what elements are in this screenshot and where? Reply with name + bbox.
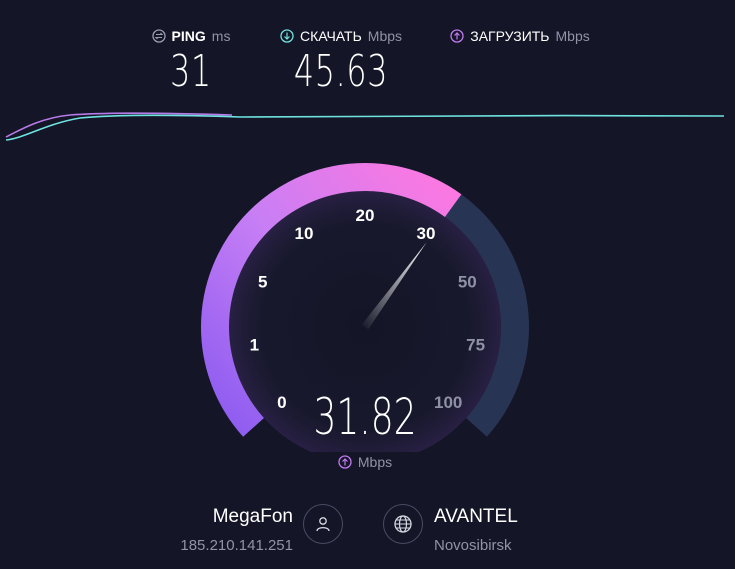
- upload-stat: ЗАГРУЗИТЬ Mbps: [445, 28, 595, 50]
- gauge-tick-label: 1: [250, 336, 259, 355]
- isp-info: MegaFon 185.210.141.251: [180, 506, 293, 554]
- gauge-tick-label: 10: [295, 224, 314, 243]
- download-stat: СКАЧАТЬ Mbps 45.63: [275, 28, 407, 94]
- upload-arrow-icon: [450, 29, 464, 43]
- globe-icon: [394, 515, 412, 533]
- download-arrow-icon: [280, 29, 294, 43]
- isp-name: MegaFon: [212, 506, 293, 527]
- download-label: СКАЧАТЬ: [299, 28, 362, 44]
- gauge-unit-label: Mbps: [357, 454, 393, 470]
- speed-graph: [5, 112, 725, 141]
- upload-arrow-icon: [338, 455, 352, 469]
- ping-value: 31: [170, 46, 212, 97]
- gauge-tick-label: 30: [417, 224, 436, 243]
- gauge-tick-label: 50: [458, 272, 477, 291]
- upload-label: ЗАГРУЗИТЬ: [470, 28, 550, 44]
- ping-unit: ms: [211, 28, 231, 44]
- download-unit: Mbps: [367, 28, 403, 44]
- server-button[interactable]: [383, 504, 423, 544]
- upload-unit: Mbps: [555, 28, 590, 44]
- user-icon: [316, 517, 330, 532]
- ping-icon: [151, 29, 166, 43]
- gauge-tick-label: 20: [356, 206, 375, 225]
- isp-button[interactable]: [303, 504, 343, 544]
- isp-ip: 185.210.141.251: [180, 537, 293, 554]
- server-location: Novosibirsk: [434, 537, 512, 554]
- server-info: AVANTEL Novosibirsk: [434, 506, 518, 554]
- download-graph-line: [5, 114, 725, 141]
- gauge-tick-label: 75: [466, 336, 485, 355]
- gauge-tick-label: 100: [434, 393, 462, 412]
- gauge-speed-value: 31.82: [313, 388, 417, 446]
- upload-graph-line: [5, 112, 233, 138]
- gauge-tick-label: 5: [258, 272, 267, 291]
- ping-label: PING: [171, 28, 206, 44]
- gauge-tick-label: 0: [277, 393, 286, 412]
- ping-stat: PING ms 31: [145, 28, 237, 94]
- gauge-unit: Mbps: [300, 454, 430, 470]
- download-value: 45.63: [293, 46, 389, 97]
- server-name: AVANTEL: [434, 506, 518, 527]
